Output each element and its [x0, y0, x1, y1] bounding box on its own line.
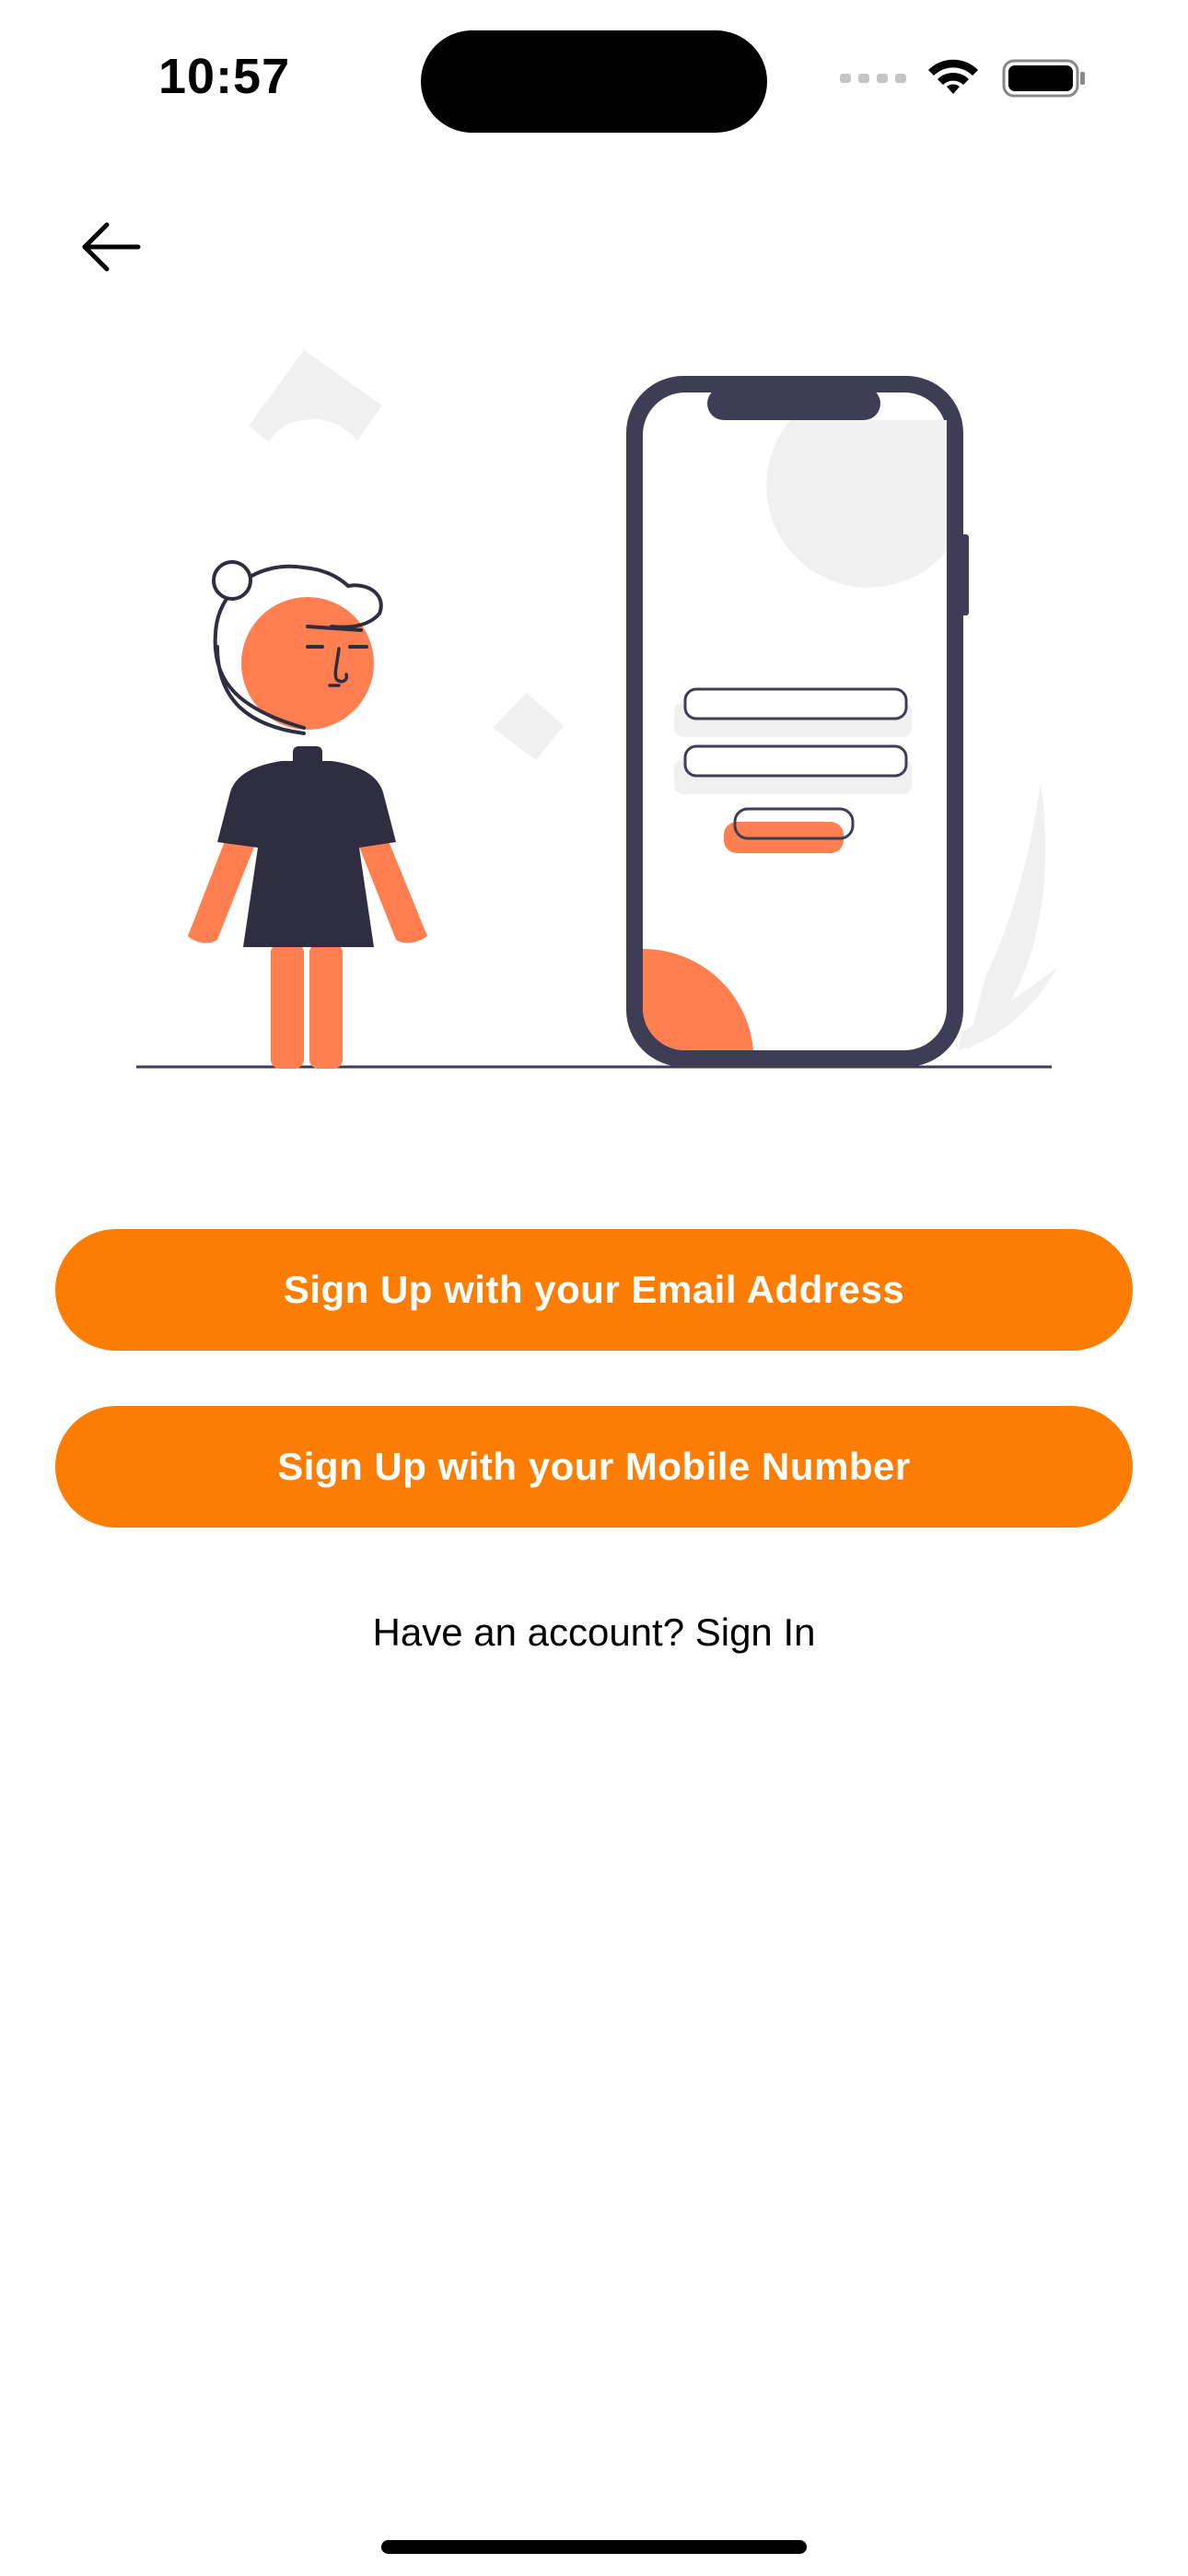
person-with-phone-illustration [136, 350, 1057, 1069]
status-time: 10:57 [158, 49, 291, 104]
wifi-icon [928, 59, 978, 94]
cellular-signal-icon [840, 74, 906, 83]
home-indicator [381, 2540, 807, 2554]
signin-link[interactable]: Have an account? Sign In [0, 1610, 1188, 1655]
battery-icon [1002, 59, 1085, 98]
signup-mobile-button[interactable]: Sign Up with your Mobile Number [55, 1406, 1133, 1528]
signup-illustration [0, 313, 1188, 1106]
dynamic-island [421, 30, 767, 133]
back-button[interactable] [72, 210, 149, 284]
status-icons [840, 55, 1087, 101]
signup-email-button[interactable]: Sign Up with your Email Address [55, 1229, 1133, 1351]
arrow-left-icon [82, 222, 141, 272]
